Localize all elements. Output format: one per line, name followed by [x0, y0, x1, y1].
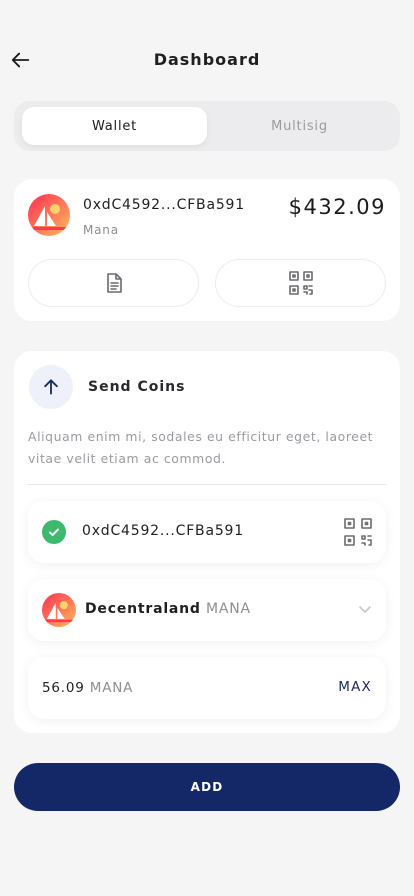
- tab-wallet[interactable]: Wallet: [22, 107, 207, 145]
- check-circle-icon: [42, 520, 66, 544]
- send-coins-card: Send Coins Aliquam enim mi, sodales eu e…: [14, 351, 400, 733]
- recipient-address: 0xdC4592...CFBa591: [82, 523, 244, 539]
- divider: [28, 484, 386, 485]
- mana-token-icon: [42, 593, 76, 627]
- add-button[interactable]: ADD: [14, 763, 400, 811]
- wallet-token-name: Mana: [83, 223, 119, 237]
- document-icon: [106, 273, 122, 293]
- chevron-down-icon[interactable]: [356, 600, 374, 618]
- send-title: Send Coins: [88, 379, 186, 395]
- qr-scan-button[interactable]: [215, 259, 386, 307]
- recipient-field[interactable]: 0xdC4592...CFBa591: [28, 501, 386, 563]
- arrow-up-icon: [44, 379, 58, 395]
- token-select[interactable]: Decentraland MANA: [28, 579, 386, 641]
- document-button[interactable]: [28, 259, 199, 307]
- token-label: Decentraland MANA: [85, 601, 251, 617]
- amount-field[interactable]: 56.09 MANA MAX: [28, 657, 386, 719]
- wallet-card: 0xdC4592...CFBa591 Mana $432.09: [14, 179, 400, 321]
- token-symbol: MANA: [206, 601, 251, 617]
- token-name: Decentraland: [85, 601, 201, 617]
- tab-bar: Wallet Multisig: [14, 101, 400, 151]
- qr-scan-icon[interactable]: [342, 516, 374, 548]
- page-title: Dashboard: [153, 50, 261, 69]
- amount-unit: MANA: [89, 680, 134, 696]
- mana-token-icon: [28, 194, 70, 236]
- max-button[interactable]: MAX: [338, 679, 372, 695]
- header: Dashboard: [0, 40, 414, 80]
- send-icon-badge: [29, 365, 73, 409]
- wallet-address: 0xdC4592...CFBa591: [83, 197, 245, 213]
- tab-multisig[interactable]: Multisig: [207, 107, 392, 145]
- qr-scan-icon: [288, 271, 313, 295]
- amount-value: 56.09: [42, 680, 85, 696]
- send-description: Aliquam enim mi, sodales eu efficitur eg…: [28, 429, 374, 466]
- wallet-balance: $432.09: [288, 195, 386, 219]
- amount-label: 56.09 MANA: [42, 680, 133, 696]
